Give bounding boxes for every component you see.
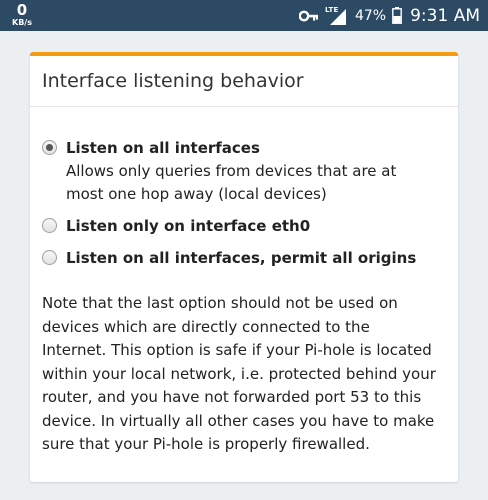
option-listen-all-interfaces[interactable]: Listen on all interfaces Allows only que… — [42, 137, 446, 206]
card-body: Listen on all interfaces Allows only que… — [30, 107, 458, 457]
status-bar: 0 KB/s LTE 47% 9:31 AM — [0, 0, 488, 31]
page-content: Interface listening behavior Listen on a… — [0, 31, 488, 500]
option-label: Listen on all interfaces, permit all ori… — [66, 249, 417, 267]
option-description: Allows only queries from devices that ar… — [66, 162, 397, 203]
option-listen-eth0[interactable]: Listen only on interface eth0 — [42, 215, 446, 238]
security-note: Note that the last option should not be … — [42, 294, 436, 453]
battery-icon — [392, 7, 403, 24]
radio-permit-all-origins[interactable] — [42, 250, 57, 265]
network-speed-unit: KB/s — [12, 18, 32, 27]
clock-time: 9:31 AM — [410, 5, 480, 26]
radio-listen-eth0[interactable] — [42, 218, 57, 233]
interface-settings-card: Interface listening behavior Listen on a… — [30, 52, 458, 482]
card-title: Interface listening behavior — [42, 70, 304, 92]
status-icons: LTE 47% 9:31 AM — [298, 0, 480, 31]
vpn-key-icon — [298, 10, 319, 22]
network-speed-value: 0 — [16, 1, 28, 19]
radio-listen-all-interfaces[interactable] — [42, 140, 57, 155]
option-permit-all-origins[interactable]: Listen on all interfaces, permit all ori… — [42, 247, 446, 270]
network-speed-indicator: 0 KB/s — [8, 3, 36, 27]
cell-signal-icon: LTE — [325, 6, 347, 26]
option-label: Listen only on interface eth0 — [66, 217, 311, 235]
option-label: Listen on all interfaces — [66, 139, 260, 157]
card-header: Interface listening behavior — [30, 56, 458, 107]
battery-percent: 47% — [354, 7, 387, 24]
